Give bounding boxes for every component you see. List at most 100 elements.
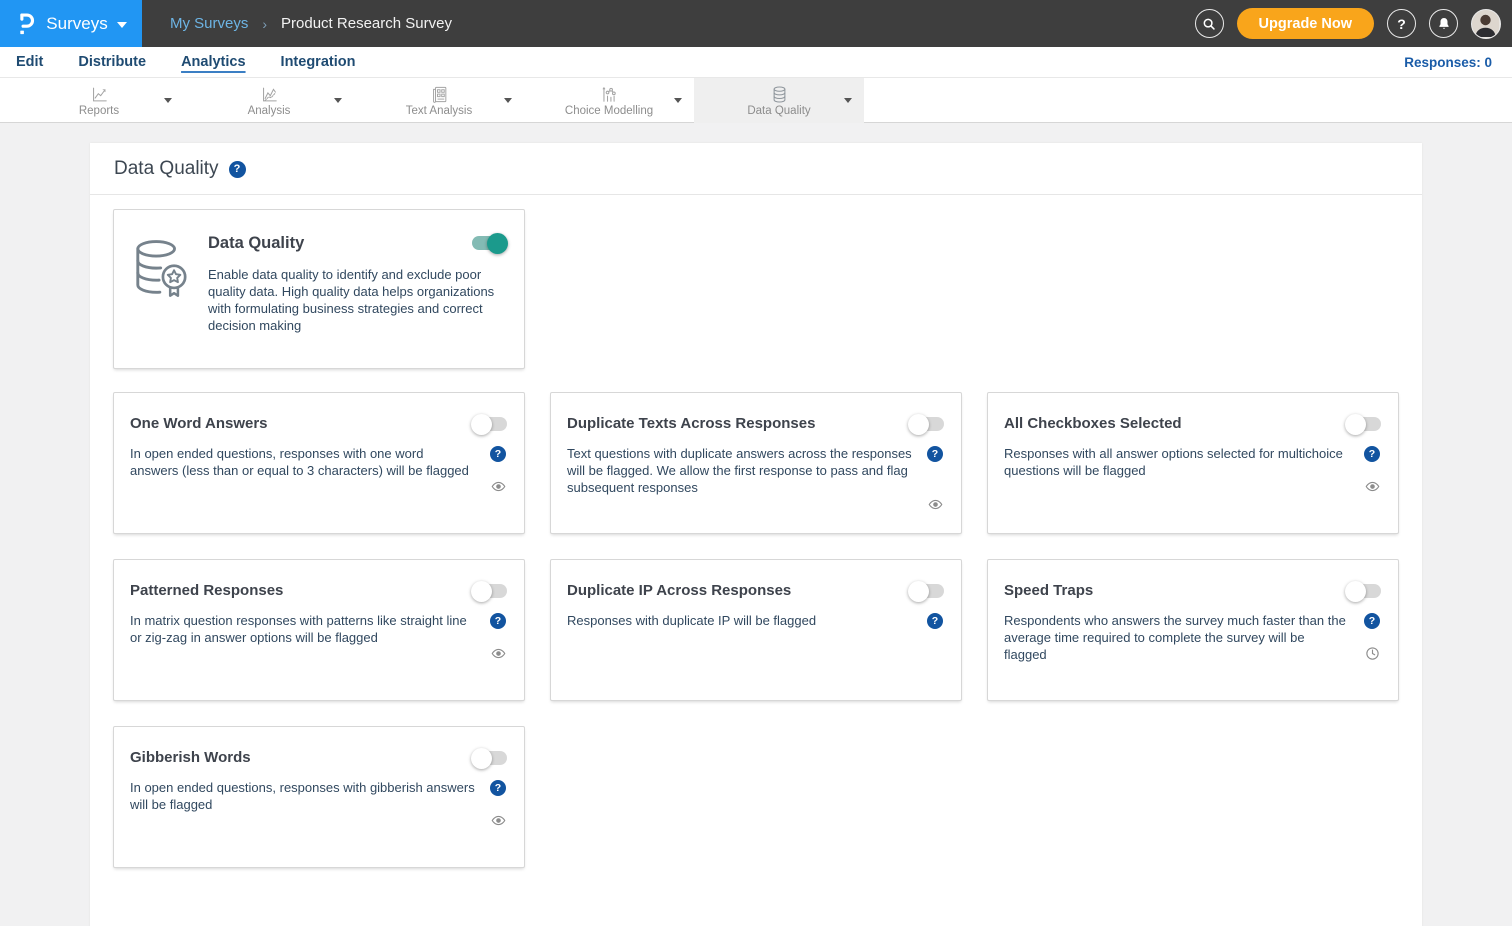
card-all-checkboxes: All Checkboxes Selected Responses with a…	[987, 392, 1399, 534]
tab-dropdown-chevron-icon[interactable]	[164, 98, 172, 103]
eye-icon[interactable]	[491, 646, 506, 661]
tab-label: Analysis	[248, 105, 291, 117]
card-description: Text questions with duplicate answers ac…	[567, 445, 912, 512]
help-icon[interactable]: ?	[490, 780, 506, 796]
app-menu-label: Surveys	[46, 14, 107, 34]
nav-item-integration[interactable]: Integration	[279, 51, 358, 73]
card-title: Patterned Responses	[130, 582, 283, 599]
toggle-knob	[471, 748, 492, 769]
cards-row-2: Patterned Responses In matrix question r…	[113, 559, 1399, 701]
nav-item-edit[interactable]: Edit	[14, 51, 45, 73]
tab-dropdown-chevron-icon[interactable]	[504, 98, 512, 103]
notifications-button[interactable]	[1429, 9, 1458, 38]
card-speed-traps: Speed Traps Respondents who answers the …	[987, 559, 1399, 701]
top-bar: Surveys My Surveys › Product Research Su…	[0, 0, 1512, 47]
tab-label: Choice Modelling	[565, 105, 653, 117]
card-duplicate-texts: Duplicate Texts Across Responses Text qu…	[550, 392, 962, 534]
chevron-down-icon	[117, 22, 127, 28]
cards-row-3: Gibberish Words In open ended questions,…	[113, 726, 1399, 868]
help-button[interactable]: ?	[1387, 9, 1416, 38]
tab-text-analysis[interactable]: Text Analysis	[354, 78, 524, 123]
breadcrumb-separator-icon: ›	[262, 16, 267, 32]
tab-data-quality[interactable]: Data Quality	[694, 78, 864, 123]
app-switcher[interactable]: Surveys	[0, 0, 142, 47]
card-icons: ?	[489, 612, 507, 661]
card-one-word-answers: One Word Answers In open ended questions…	[113, 392, 525, 534]
question-mark-icon: ?	[1397, 16, 1406, 32]
panel-header: Data Quality ?	[90, 143, 1422, 195]
card-title: Speed Traps	[1004, 582, 1093, 599]
card-description: Responses with duplicate IP will be flag…	[567, 612, 912, 629]
breadcrumb-my-surveys[interactable]: My Surveys	[170, 15, 248, 32]
toggle-knob	[1345, 581, 1366, 602]
topbar-actions: Upgrade Now ?	[1195, 0, 1501, 47]
help-icon[interactable]: ?	[1364, 613, 1380, 629]
help-icon[interactable]: ?	[490, 446, 506, 462]
help-icon[interactable]: ?	[1364, 446, 1380, 462]
analytics-tab-strip: Reports Analysis Text Analysis Choice Mo…	[0, 78, 1512, 123]
document-grid-icon	[429, 85, 450, 104]
eye-icon[interactable]	[1365, 479, 1380, 494]
clock-icon[interactable]	[1365, 646, 1380, 661]
card-description: Responses with all answer options select…	[1004, 445, 1349, 494]
tab-reports[interactable]: Reports	[14, 78, 184, 123]
cards-row-1: One Word Answers In open ended questions…	[113, 392, 1399, 534]
tab-dropdown-chevron-icon[interactable]	[674, 98, 682, 103]
database-icon	[769, 85, 790, 104]
card-description: Respondents who answers the survey much …	[1004, 612, 1349, 663]
responses-count: Responses: 0	[1404, 55, 1492, 70]
gibberish-words-toggle[interactable]	[473, 751, 507, 765]
card-icons: ?	[926, 612, 944, 629]
page-help-icon[interactable]: ?	[229, 161, 246, 178]
toggle-knob	[471, 581, 492, 602]
card-duplicate-ip: Duplicate IP Across Responses Responses …	[550, 559, 962, 701]
duplicate-texts-toggle[interactable]	[910, 417, 944, 431]
nav-item-distribute[interactable]: Distribute	[76, 51, 148, 73]
data-quality-toggle[interactable]	[472, 236, 506, 250]
help-icon[interactable]: ?	[927, 446, 943, 462]
eye-icon[interactable]	[491, 479, 506, 494]
all-checkboxes-toggle[interactable]	[1347, 417, 1381, 431]
search-button[interactable]	[1195, 9, 1224, 38]
feature-card-description: Enable data quality to identify and excl…	[208, 266, 506, 334]
card-gibberish-words: Gibberish Words In open ended questions,…	[113, 726, 525, 868]
duplicate-ip-toggle[interactable]	[910, 584, 944, 598]
questionpro-logo-icon	[15, 11, 37, 37]
toggle-knob	[487, 233, 508, 254]
card-description: In open ended questions, responses with …	[130, 445, 475, 494]
nav-item-analytics[interactable]: Analytics	[179, 51, 247, 73]
upgrade-now-button[interactable]: Upgrade Now	[1237, 8, 1374, 39]
survey-nav: Edit Distribute Analytics Integration Re…	[0, 47, 1512, 78]
feature-card-title: Data Quality	[208, 234, 304, 253]
breadcrumb-current-survey: Product Research Survey	[281, 15, 452, 32]
panel-body: Data Quality Enable data quality to iden…	[90, 195, 1422, 868]
tab-label: Reports	[79, 105, 119, 117]
tab-choice-modelling[interactable]: Choice Modelling	[524, 78, 694, 123]
speed-traps-toggle[interactable]	[1347, 584, 1381, 598]
toggle-knob	[471, 414, 492, 435]
feature-card-data-quality: Data Quality Enable data quality to iden…	[113, 209, 525, 369]
tab-dropdown-chevron-icon[interactable]	[334, 98, 342, 103]
one-word-answers-toggle[interactable]	[473, 417, 507, 431]
breadcrumb: My Surveys › Product Research Survey	[170, 15, 452, 32]
user-avatar[interactable]	[1471, 9, 1501, 39]
help-icon[interactable]: ?	[927, 613, 943, 629]
toggle-knob	[908, 581, 929, 602]
tab-dropdown-chevron-icon[interactable]	[844, 98, 852, 103]
feature-card-content: Data Quality Enable data quality to iden…	[208, 234, 506, 368]
tab-label: Text Analysis	[406, 105, 472, 117]
toggle-knob	[908, 414, 929, 435]
card-title: All Checkboxes Selected	[1004, 415, 1182, 432]
card-title: Gibberish Words	[130, 749, 251, 766]
database-award-icon	[132, 234, 190, 368]
card-title: Duplicate Texts Across Responses	[567, 415, 815, 432]
dot-plot-icon	[599, 85, 620, 104]
eye-icon[interactable]	[928, 497, 943, 512]
patterned-responses-toggle[interactable]	[473, 584, 507, 598]
eye-icon[interactable]	[491, 813, 506, 828]
tab-analysis[interactable]: Analysis	[184, 78, 354, 123]
card-icons: ?	[489, 779, 507, 828]
help-icon[interactable]: ?	[490, 613, 506, 629]
toggle-knob	[1345, 414, 1366, 435]
bell-icon	[1437, 16, 1451, 31]
